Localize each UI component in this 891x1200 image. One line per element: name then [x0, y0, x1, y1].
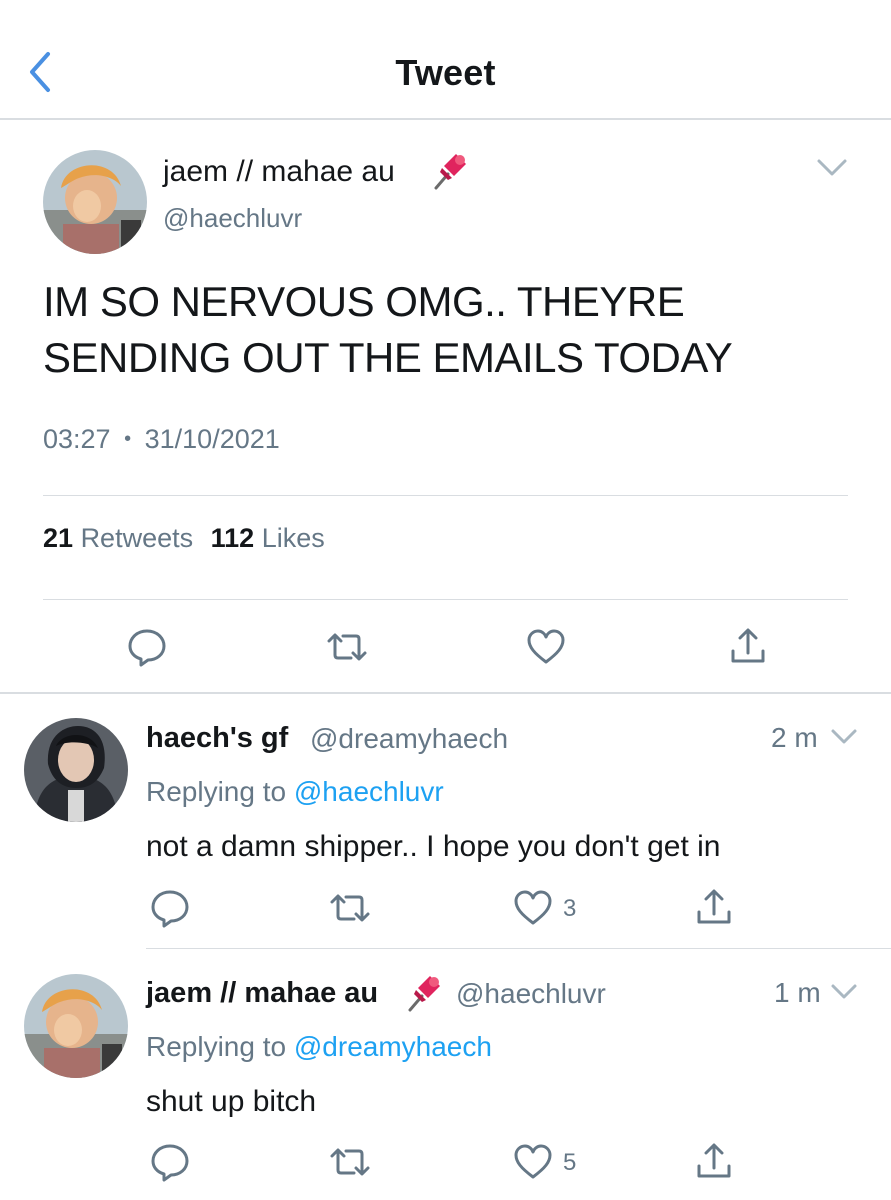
- tweet-text-line-2: SENDING OUT THE EMAILS TODAY: [43, 334, 733, 381]
- pin-emoji: [404, 972, 444, 1019]
- reply-button[interactable]: [148, 886, 192, 930]
- replying-to-line: Replying to @haechluvr: [146, 776, 444, 808]
- reply-bubble-icon: [128, 629, 166, 667]
- divider: [146, 948, 891, 949]
- retweet-icon: [330, 894, 370, 922]
- avatar[interactable]: [24, 974, 128, 1078]
- retweets-label: Retweets: [80, 523, 194, 553]
- chevron-down-icon: [831, 729, 857, 744]
- like-button[interactable]: [524, 625, 568, 669]
- heart-icon: [514, 1144, 552, 1179]
- likes-stat[interactable]: 112 Likes: [211, 523, 325, 553]
- likes-count: 112: [210, 523, 255, 553]
- divider: [0, 692, 891, 694]
- share-button[interactable]: [692, 1140, 736, 1184]
- retweet-icon: [327, 633, 367, 661]
- pushpin-icon: [408, 976, 440, 1012]
- retweets-count: 21: [43, 523, 74, 553]
- tweet-date: 31/10/2021: [144, 424, 280, 454]
- share-icon: [731, 628, 765, 663]
- reply-button[interactable]: [125, 625, 169, 669]
- avatar-image: [24, 974, 128, 1078]
- reply-author-handle[interactable]: @dreamyhaech: [310, 723, 508, 755]
- retweet-button[interactable]: [328, 1140, 372, 1184]
- chevron-down-icon: [817, 159, 847, 176]
- avatar-image: [43, 150, 147, 254]
- like-button[interactable]: [511, 886, 555, 930]
- reply-time: 1 m: [774, 977, 821, 1008]
- replying-prefix: Replying to: [146, 1031, 287, 1062]
- replying-to-handle[interactable]: @haechluvr: [294, 776, 444, 807]
- reply-author-name[interactable]: haech's gf: [146, 722, 288, 755]
- like-count: 5: [563, 1149, 577, 1176]
- retweet-button[interactable]: [328, 886, 372, 930]
- divider: [43, 599, 848, 600]
- retweet-icon: [330, 1148, 370, 1176]
- tweet-timestamp: 03:27 • 31/10/2021: [43, 424, 280, 455]
- like-button[interactable]: [511, 1140, 555, 1184]
- reply-author-name[interactable]: jaem // mahae au: [146, 977, 378, 1010]
- divider: [43, 495, 848, 496]
- share-button[interactable]: [726, 625, 770, 669]
- pushpin-icon: [434, 154, 466, 190]
- reply-time: 2 m: [771, 722, 818, 753]
- more-options-button[interactable]: [829, 725, 859, 755]
- avatar-image: [24, 718, 128, 822]
- retweets-stat[interactable]: 21 Retweets: [43, 523, 201, 553]
- author-handle[interactable]: @haechluvr: [163, 203, 302, 234]
- reply-author-handle[interactable]: @haechluvr: [456, 978, 606, 1010]
- reply-text: not a damn shipper.. I hope you don't ge…: [146, 830, 721, 863]
- tweet-time: 03:27: [43, 424, 111, 454]
- engagement-counts: 21 Retweets 112 Likes: [43, 523, 325, 554]
- replying-to-handle[interactable]: @dreamyhaech: [294, 1031, 492, 1062]
- like-count: 3: [563, 895, 577, 922]
- reply-bubble-icon: [151, 890, 189, 928]
- share-icon: [697, 889, 731, 924]
- more-options-button[interactable]: [815, 155, 849, 186]
- reply-bubble-icon: [151, 1144, 189, 1182]
- reply-text: shut up bitch: [146, 1085, 317, 1118]
- chevron-down-icon: [831, 984, 857, 999]
- replying-to-line: Replying to @dreamyhaech: [146, 1031, 492, 1063]
- tweet-text-line-1: IM SO NERVOUS OMG.. THEYRE: [43, 278, 685, 325]
- heart-icon: [514, 890, 552, 925]
- share-icon: [697, 1143, 731, 1178]
- likes-label: Likes: [261, 523, 325, 553]
- page-title: Tweet: [395, 52, 496, 93]
- more-options-button[interactable]: [829, 980, 859, 1010]
- share-button[interactable]: [692, 886, 736, 930]
- reply-button[interactable]: [148, 1140, 192, 1184]
- heart-icon: [527, 629, 565, 664]
- retweet-button[interactable]: [325, 625, 369, 669]
- pin-emoji: [430, 150, 470, 200]
- avatar[interactable]: [24, 718, 128, 822]
- author-name[interactable]: jaem // mahae au: [163, 155, 395, 189]
- meta-separator: •: [124, 428, 132, 450]
- avatar[interactable]: [43, 150, 147, 254]
- replying-prefix: Replying to: [146, 776, 287, 807]
